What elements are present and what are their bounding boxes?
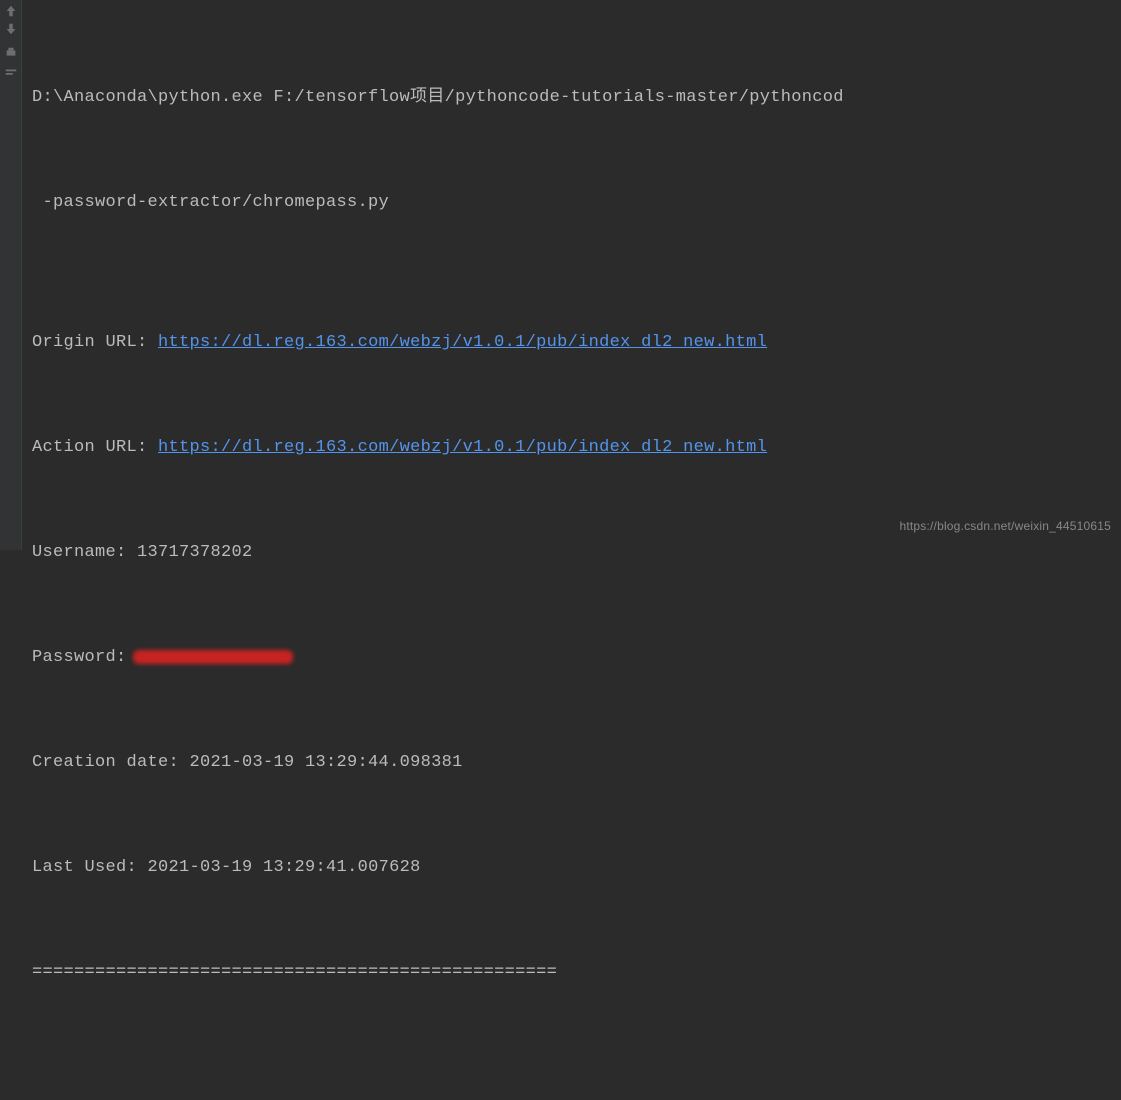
wrap-icon[interactable]: [4, 66, 18, 80]
username-value: 13717378202: [137, 543, 253, 562]
creation-date-value: 2021-03-19 13:29:44.098381: [190, 753, 463, 772]
console-output: D:\Anaconda\python.exe F:/tensorflow项目/p…: [32, 10, 1121, 1100]
origin-url-label: Origin URL:: [32, 333, 158, 352]
command-line: D:\Anaconda\python.exe F:/tensorflow项目/p…: [32, 80, 1121, 115]
action-url-label: Action URL:: [32, 438, 158, 457]
last-used-line: Last Used: 2021-03-19 13:29:41.007628: [32, 850, 1121, 885]
creation-date-label: Creation date:: [32, 753, 190, 772]
action-url-link[interactable]: https://dl.reg.163.com/webzj/v1.0.1/pub/…: [158, 438, 767, 457]
action-url-line: Action URL: https://dl.reg.163.com/webzj…: [32, 430, 1121, 465]
command-line-continuation: -password-extractor/chromepass.py: [32, 185, 1121, 220]
password-redacted: [133, 650, 293, 664]
origin-url-link[interactable]: https://dl.reg.163.com/webzj/v1.0.1/pub/…: [158, 333, 767, 352]
arrow-up-icon[interactable]: [4, 4, 18, 18]
password-line: Password:: [32, 640, 1121, 675]
creation-date-line: Creation date: 2021-03-19 13:29:44.09838…: [32, 745, 1121, 780]
username-label: Username:: [32, 543, 137, 562]
last-used-value: 2021-03-19 13:29:41.007628: [148, 858, 421, 877]
last-used-label: Last Used:: [32, 858, 148, 877]
origin-url-line: Origin URL: http://www.innojoy.com/accou…: [32, 1095, 1121, 1100]
origin-url-line: Origin URL: https://dl.reg.163.com/webzj…: [32, 325, 1121, 360]
password-label: Password:: [32, 648, 137, 667]
arrow-down-icon[interactable]: [4, 22, 18, 36]
print-icon[interactable]: [4, 46, 18, 60]
gutter: [0, 0, 22, 550]
watermark: https://blog.csdn.net/weixin_44510615: [899, 509, 1111, 544]
separator-line: ========================================…: [32, 955, 1121, 990]
